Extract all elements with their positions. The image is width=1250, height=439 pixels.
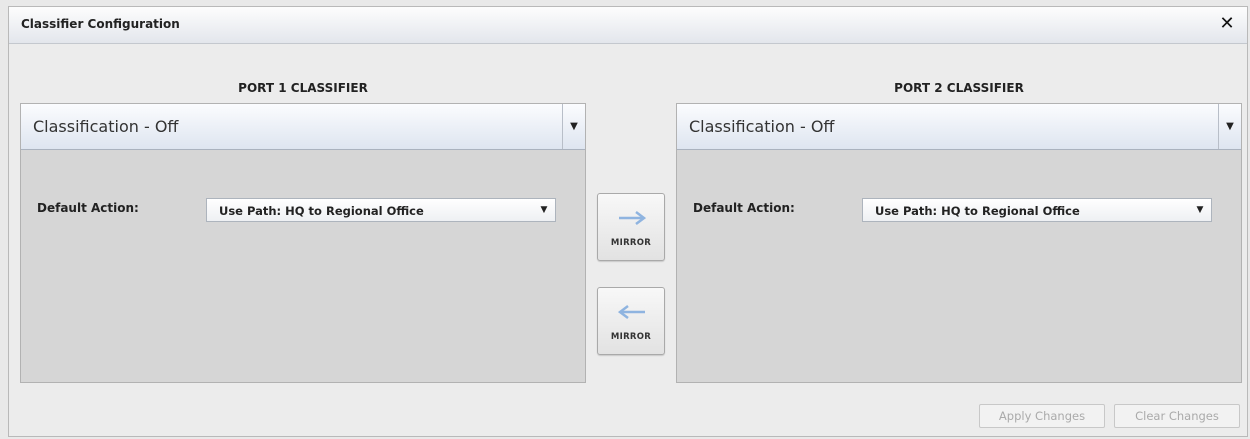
port1-default-action-label: Default Action: (37, 201, 139, 215)
title-bar: Classifier Configuration ✕ (9, 7, 1247, 44)
chevron-down-icon[interactable]: ▼ (562, 104, 585, 149)
port2-default-action-label: Default Action: (693, 201, 795, 215)
port1-default-action-select[interactable]: Use Path: HQ to Regional Office ▼ (206, 198, 556, 222)
dialog-title: Classifier Configuration (21, 17, 180, 31)
chevron-down-icon[interactable]: ▼ (1189, 199, 1211, 221)
apply-changes-button[interactable]: Apply Changes (979, 404, 1105, 428)
chevron-down-icon[interactable]: ▼ (533, 199, 555, 221)
mirror-to-port1-button[interactable]: MIRROR (597, 287, 665, 355)
mirror-to-port1-label: MIRROR (610, 332, 652, 342)
port1-default-action-value: Use Path: HQ to Regional Office (219, 204, 424, 218)
port1-panel: Classification - Off ▼ Default Action: U… (20, 103, 586, 383)
mirror-to-port2-label: MIRROR (610, 238, 652, 248)
port1-heading: PORT 1 CLASSIFIER (238, 81, 368, 95)
port2-panel: Classification - Off ▼ Default Action: U… (676, 103, 1242, 383)
port2-classification-value: Classification - Off (689, 117, 835, 136)
mirror-to-port2-button[interactable]: MIRROR (597, 193, 665, 261)
port2-default-action-select[interactable]: Use Path: HQ to Regional Office ▼ (862, 198, 1212, 222)
arrow-right-icon (619, 211, 646, 225)
port2-default-action-value: Use Path: HQ to Regional Office (875, 204, 1080, 218)
port2-heading: PORT 2 CLASSIFIER (894, 81, 1024, 95)
port2-classification-select[interactable]: Classification - Off ▼ (677, 104, 1241, 150)
close-icon[interactable]: ✕ (1217, 14, 1237, 34)
clear-changes-button[interactable]: Clear Changes (1114, 404, 1240, 428)
port1-classification-value: Classification - Off (33, 117, 179, 136)
chevron-down-icon[interactable]: ▼ (1218, 104, 1241, 149)
port1-classification-select[interactable]: Classification - Off ▼ (21, 104, 585, 150)
arrow-left-icon (618, 305, 645, 319)
classifier-dialog: Classifier Configuration ✕ PORT 1 CLASSI… (8, 6, 1248, 437)
